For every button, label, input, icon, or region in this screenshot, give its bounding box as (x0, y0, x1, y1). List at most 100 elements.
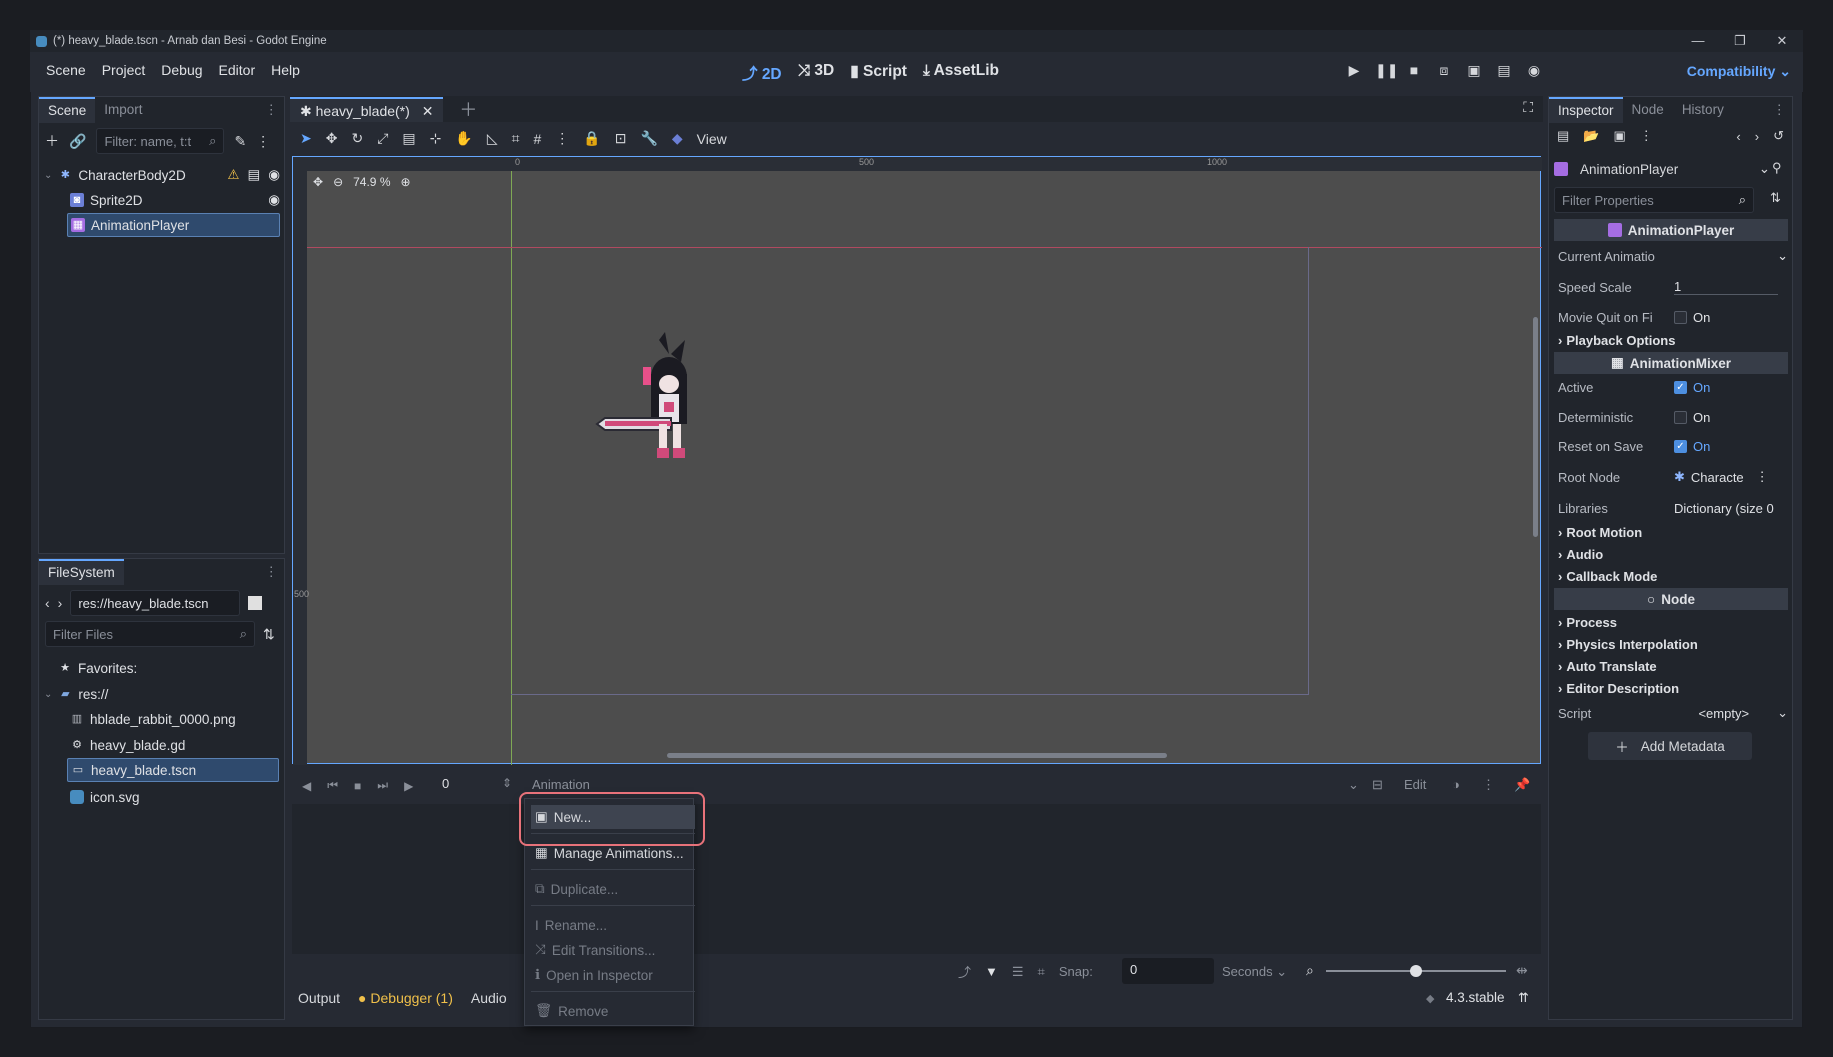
more-options-icon[interactable]: ⋮ (1482, 777, 1495, 793)
center-view-icon[interactable]: ✥ (313, 175, 323, 189)
open-folder-icon[interactable]: 📂 (1583, 128, 1599, 144)
edit-button[interactable]: Edit (1404, 777, 1426, 792)
new-resource-icon[interactable]: ▤ (1557, 128, 1569, 144)
dock-menu-icon[interactable]: ⋮ (265, 564, 279, 580)
onion-skin-icon[interactable]: ◑ (1452, 777, 1460, 792)
maximize-button[interactable]: ❐ (1719, 30, 1761, 52)
active-checkbox[interactable]: ✓ (1674, 380, 1687, 394)
root-node-row[interactable]: Root Node ✱ Characte ⋮ (1558, 466, 1788, 488)
scene-filter-input[interactable]: Filter: name, t:t ⌕ (96, 128, 225, 154)
add-metadata-button[interactable]: ＋ Add Metadata (1588, 732, 1752, 760)
sort-icon[interactable]: ⇅ (263, 626, 275, 643)
close-tab-icon[interactable]: ✕ (422, 103, 434, 119)
tab-import[interactable]: Import (95, 97, 151, 123)
instance-scene-icon[interactable]: 🔗 (69, 133, 86, 150)
view-mode-icon[interactable] (248, 596, 263, 610)
back-icon[interactable]: ‹ (45, 595, 50, 611)
distraction-free-icon[interactable]: ⛶ (1523, 99, 1533, 116)
section-editor-description[interactable]: › Editor Description (1558, 678, 1788, 698)
collapse-arrow-icon[interactable]: ⌄ (44, 689, 52, 700)
list-select-icon[interactable]: ▤ (402, 130, 415, 147)
zoom-slider-handle[interactable] (1410, 965, 1422, 977)
pin-icon[interactable]: 📌 (1514, 777, 1530, 793)
mode-2d-button[interactable]: ⤴ 2D (742, 62, 782, 84)
section-audio[interactable]: › Audio (1558, 544, 1788, 564)
tree-node-characterbody2d[interactable]: ⌄ ✱ CharacterBody2D ⚠ ▤ ◉ (44, 163, 280, 187)
tab-filesystem[interactable]: FileSystem (39, 559, 124, 585)
fit-icon[interactable]: ⇹ (1516, 962, 1528, 979)
history-forward-icon[interactable]: › (1755, 129, 1759, 144)
section-physics-interpolation[interactable]: › Physics Interpolation (1558, 634, 1788, 654)
remote-debug-icon[interactable]: ⧈ (1435, 62, 1453, 79)
play-custom-icon[interactable]: ▤ (1495, 62, 1513, 79)
menu-project[interactable]: Project (94, 62, 154, 78)
menu-item-open-in-inspector[interactable]: ℹ Open in Inspector (531, 963, 695, 987)
menu-debug[interactable]: Debug (153, 62, 210, 78)
skeleton-icon[interactable]: ◆ (672, 130, 683, 147)
current-animation-row[interactable]: Current Animatio ⌄ (1558, 245, 1788, 267)
save-icon[interactable]: ▣ (1613, 128, 1625, 144)
play-backwards-icon[interactable]: ◀ (302, 779, 311, 793)
zoom-in-icon[interactable]: ⊕ (400, 175, 410, 189)
script-row[interactable]: Script <empty> ⌄ (1558, 702, 1788, 724)
speed-scale-row[interactable]: Speed Scale 1 (1558, 276, 1788, 298)
mode-3d-button[interactable]: ⤨ 3D (798, 62, 835, 84)
bezier-icon[interactable]: ⤴ (958, 962, 971, 981)
menu-item-remove[interactable]: 🗑 Remove (531, 999, 695, 1023)
file-item-png[interactable]: ▥ hblade_rabbit_0000.png (70, 707, 278, 731)
file-item-tscn[interactable]: ▭ heavy_blade.tscn (67, 758, 279, 782)
section-root-motion[interactable]: › Root Motion (1558, 522, 1788, 542)
forward-icon[interactable]: › (58, 595, 63, 611)
move-tool-icon[interactable]: ✥ (326, 130, 338, 147)
mode-assetlib-button[interactable]: ⤓ AssetLib (923, 62, 999, 84)
play-icon[interactable]: ▶ (1345, 62, 1363, 79)
zoom-level[interactable]: 74.9 % (353, 175, 390, 189)
tab-output[interactable]: Output (298, 990, 340, 1006)
tree-res-root[interactable]: ⌄ ▰ res:// (44, 682, 278, 706)
active-row[interactable]: Active ✓ On (1558, 376, 1788, 398)
character-sprite[interactable] (589, 332, 709, 472)
add-node-icon[interactable]: ＋ (45, 131, 59, 151)
tab-heavy-blade[interactable]: ✱ heavy_blade(*) ✕ (290, 97, 444, 123)
tab-node[interactable]: Node (1623, 97, 1673, 123)
filter-properties-input[interactable]: Filter Properties ⌕ (1554, 187, 1754, 213)
pause-icon[interactable]: ❚❚ (1375, 62, 1398, 79)
speed-scale-field[interactable]: 1 (1674, 279, 1778, 295)
script-value[interactable]: <empty> (1670, 706, 1777, 721)
play-backwards-from-end-icon[interactable]: ⏮ (327, 778, 338, 793)
warning-icon[interactable]: ⚠ (227, 167, 239, 183)
ruler-tool-icon[interactable]: ◺ (487, 130, 498, 147)
tab-audio[interactable]: Audio (471, 990, 507, 1006)
chevron-down-icon[interactable]: ⌄ (1777, 705, 1788, 721)
dock-menu-icon[interactable]: ⋮ (1773, 102, 1787, 118)
anim-play-icon[interactable]: ▶ (404, 779, 413, 793)
reset-on-save-row[interactable]: Reset on Save ✓ On (1558, 435, 1788, 457)
filter-files-input[interactable]: Filter Files ⌕ (45, 621, 255, 647)
history-back-icon[interactable]: ‹ (1736, 129, 1740, 144)
mode-script-button[interactable]: ▮ Script (850, 62, 907, 84)
anim-stop-icon[interactable]: ■ (354, 779, 361, 793)
track-list-icon[interactable]: ☰ (1012, 964, 1024, 980)
canvas-viewport[interactable]: 0 500 1000 500 ✥ ⊖ 74.9 % ⊕ (292, 156, 1542, 765)
tree-favorites[interactable]: ★ Favorites: (58, 656, 278, 680)
play-from-start-icon[interactable]: ⏭ (377, 778, 388, 793)
dock-menu-icon[interactable]: ⋮ (265, 102, 279, 118)
collapse-panel-icon[interactable]: ⇈ (1518, 990, 1529, 1006)
visibility-icon[interactable]: ◉ (268, 167, 280, 183)
renderer-selector[interactable]: Compatibility ⌄ (1687, 63, 1791, 80)
deterministic-checkbox[interactable] (1674, 410, 1687, 424)
visibility-icon[interactable]: ◉ (268, 192, 280, 208)
sort-properties-icon[interactable]: ⇅ (1770, 190, 1781, 206)
script-icon[interactable]: ▤ (247, 167, 260, 183)
autoplay-icon[interactable]: ⊟ (1372, 777, 1383, 793)
movie-maker-icon[interactable]: ◉ (1525, 62, 1543, 79)
spin-icon[interactable]: ⇕ (502, 776, 512, 790)
smart-snap-icon[interactable]: ⌗ (512, 130, 520, 147)
libraries-row[interactable]: Libraries Dictionary (size 0 (1558, 497, 1788, 519)
horizontal-scrollbar[interactable] (667, 753, 1167, 758)
select-tool-icon[interactable]: ➤ (300, 130, 312, 147)
reset-on-save-checkbox[interactable]: ✓ (1674, 439, 1687, 453)
bone-icon[interactable]: 🔧 (640, 130, 657, 147)
group-icon[interactable]: ⊡ (615, 130, 627, 147)
rotate-tool-icon[interactable]: ↻ (351, 130, 363, 147)
